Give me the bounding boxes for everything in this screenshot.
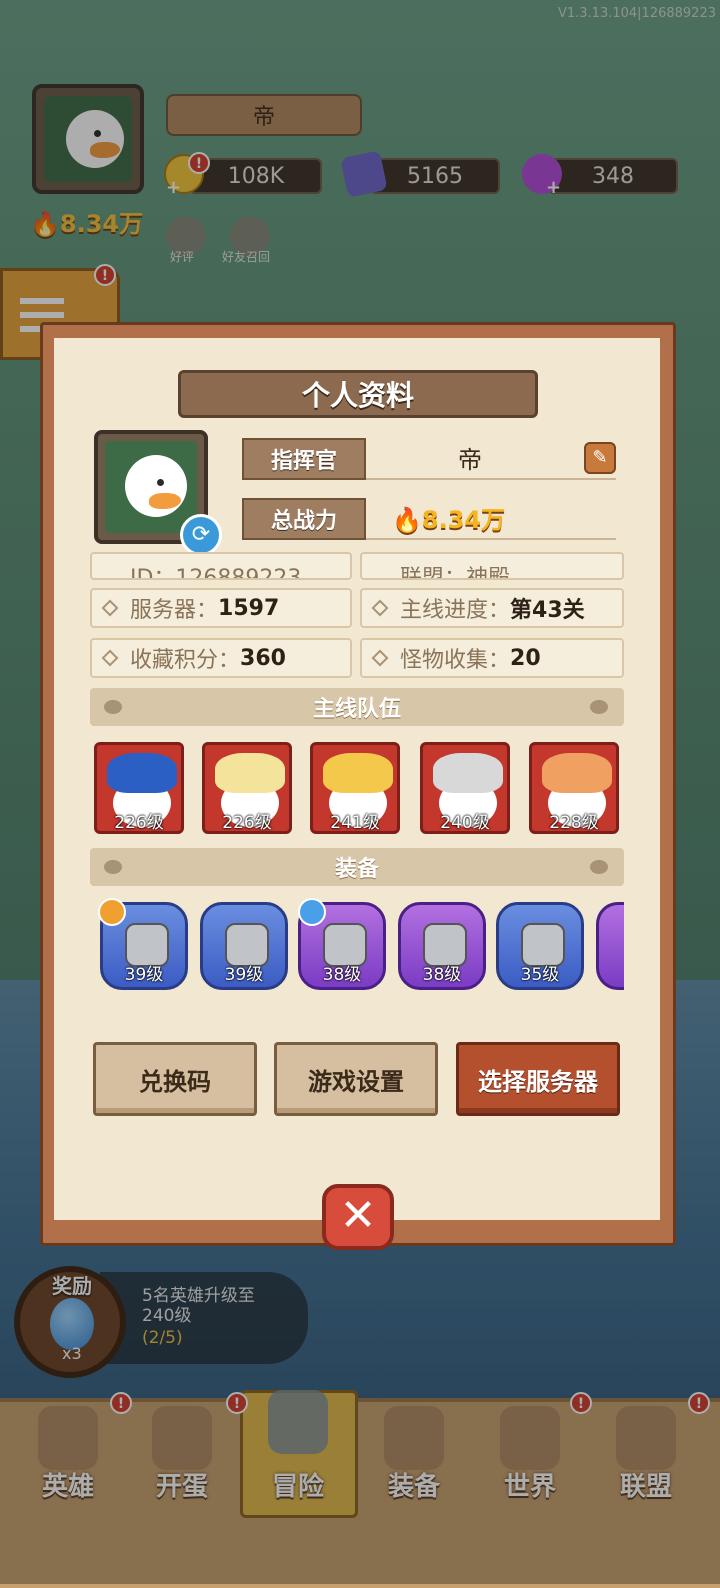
team-hero-slot[interactable]: 228级 xyxy=(529,742,619,834)
equipment-slot[interactable]: 38级 xyxy=(398,902,486,990)
equipment-level: 38级 xyxy=(322,965,362,985)
hero-hair xyxy=(215,753,285,793)
hero-level: 226级 xyxy=(114,813,164,833)
commander-name: 帝 xyxy=(458,446,482,474)
edit-name-icon[interactable]: ✎ xyxy=(584,442,616,474)
ornament-icon xyxy=(590,700,608,714)
monster-cell: 怪物收集： 20 xyxy=(360,638,624,678)
equipment-section-header: 装备 xyxy=(90,848,624,886)
snowflake-icon xyxy=(298,898,326,926)
divider xyxy=(366,538,616,540)
team-hero-slot[interactable]: 241级 xyxy=(310,742,400,834)
ornament-icon xyxy=(104,700,122,714)
hero-level: 228级 xyxy=(549,813,599,833)
team-section-header: 主线队伍 xyxy=(90,688,624,726)
equipment-level: 39级 xyxy=(224,965,264,985)
team-hero-slot[interactable]: 240级 xyxy=(420,742,510,834)
hero-hair xyxy=(542,753,612,793)
team-hero-slot[interactable]: 226级 xyxy=(94,742,184,834)
player-id-cell: ID：126889223 xyxy=(90,552,352,580)
total-power: 🔥8.34万 xyxy=(392,506,506,534)
hero-hair xyxy=(107,753,177,793)
team-hero-slot[interactable]: 226级 xyxy=(202,742,292,834)
redeem-code-button[interactable]: 兑换码 xyxy=(93,1042,257,1116)
hero-level: 240级 xyxy=(440,813,490,833)
hero-hair xyxy=(323,753,393,793)
gear-badge-icon xyxy=(98,898,126,926)
profile-title: 个人资料 xyxy=(178,370,538,418)
equipment-slot-partial[interactable] xyxy=(596,902,624,990)
change-avatar-icon[interactable]: ⟳ xyxy=(180,514,222,556)
close-button[interactable]: ✕ xyxy=(322,1184,394,1250)
equipment-level: 39级 xyxy=(124,965,164,985)
hero-hair xyxy=(433,753,503,793)
hero-level: 226级 xyxy=(222,813,272,833)
equipment-slot[interactable]: 35级 xyxy=(496,902,584,990)
server-cell: 服务器： 1597 xyxy=(90,588,352,628)
equipment-level: 35级 xyxy=(520,965,560,985)
equipment-slot[interactable]: 39级 xyxy=(200,902,288,990)
hero-level: 241级 xyxy=(330,813,380,833)
select-server-button[interactable]: 选择服务器 xyxy=(456,1042,620,1116)
ornament-icon xyxy=(104,860,122,874)
ornament-icon xyxy=(590,860,608,874)
equipment-level: 38级 xyxy=(422,965,462,985)
power-label: 总战力 xyxy=(242,498,366,540)
divider xyxy=(366,478,616,480)
alliance-cell: 联盟：神殿 xyxy=(360,552,624,580)
progress-cell: 主线进度： 第43关 xyxy=(360,588,624,628)
game-settings-button[interactable]: 游戏设置 xyxy=(274,1042,438,1116)
commander-label: 指挥官 xyxy=(242,438,366,480)
collection-cell: 收藏积分： 360 xyxy=(90,638,352,678)
